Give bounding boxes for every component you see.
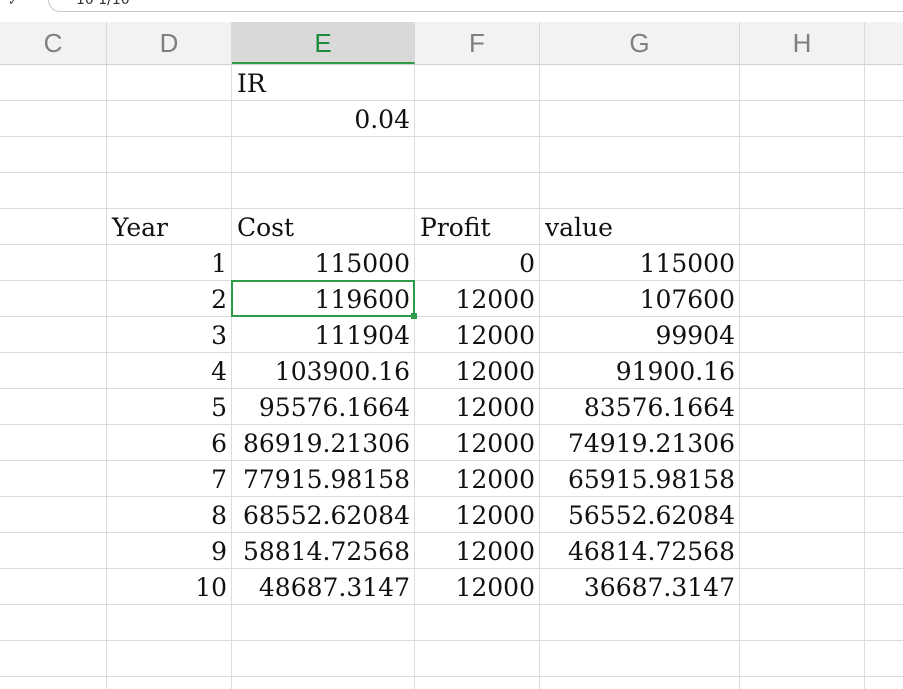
column-header-g[interactable]: G xyxy=(540,22,740,64)
cost-cell[interactable]: 103900.16 xyxy=(232,353,415,389)
formula-input[interactable] xyxy=(48,0,903,12)
fill-handle[interactable] xyxy=(411,313,417,319)
year-cell[interactable]: 2 xyxy=(107,281,232,317)
gridline xyxy=(0,676,903,677)
cost-cell[interactable]: 111904 xyxy=(232,317,415,353)
cost-cell[interactable]: 68552.62084 xyxy=(232,497,415,533)
value-cell[interactable]: 91900.16 xyxy=(540,353,740,389)
column-header-h[interactable]: H xyxy=(740,22,865,64)
year-cell[interactable]: 1 xyxy=(107,245,232,281)
year-cell[interactable]: 7 xyxy=(107,461,232,497)
year-cell[interactable]: 6 xyxy=(107,425,232,461)
column-header-f[interactable]: F xyxy=(415,22,540,64)
year-cell[interactable]: 9 xyxy=(107,533,232,569)
column-header-c[interactable]: C xyxy=(0,22,107,64)
gridline xyxy=(864,65,865,689)
formula-bar-area: ✓ 10 1/10 xyxy=(0,0,903,22)
value-cell[interactable]: 99904 xyxy=(540,317,740,353)
gridline xyxy=(0,136,903,137)
cost-cell[interactable]: 58814.72568 xyxy=(232,533,415,569)
profit-cell[interactable]: 0 xyxy=(415,245,540,281)
cost-cell[interactable]: 95576.1664 xyxy=(232,389,415,425)
value-cell[interactable]: 83576.1664 xyxy=(540,389,740,425)
formula-text: 10 1/10 xyxy=(76,0,130,8)
profit-cell[interactable]: 12000 xyxy=(415,389,540,425)
profit-cell[interactable]: 12000 xyxy=(415,317,540,353)
checkmark-icon[interactable]: ✓ xyxy=(8,0,18,8)
cost-cell[interactable]: 115000 xyxy=(232,245,415,281)
value-cell[interactable]: 36687.3147 xyxy=(540,569,740,605)
header-year[interactable]: Year xyxy=(107,209,232,245)
value-cell[interactable]: 107600 xyxy=(540,281,740,317)
profit-cell[interactable]: 12000 xyxy=(415,353,540,389)
gridline xyxy=(0,100,903,101)
ir-label-cell[interactable]: IR xyxy=(232,65,415,101)
column-header-e[interactable]: E xyxy=(232,22,415,64)
column-header-d[interactable]: D xyxy=(107,22,232,64)
cost-cell[interactable]: 86919.21306 xyxy=(232,425,415,461)
column-header-i[interactable] xyxy=(865,22,903,64)
value-cell[interactable]: 65915.98158 xyxy=(540,461,740,497)
cost-cell[interactable]: 119600 xyxy=(232,281,415,317)
profit-cell[interactable]: 12000 xyxy=(415,461,540,497)
cost-cell[interactable]: 77915.98158 xyxy=(232,461,415,497)
value-cell[interactable]: 56552.62084 xyxy=(540,497,740,533)
ir-value-cell[interactable]: 0.04 xyxy=(232,101,415,137)
profit-cell[interactable]: 12000 xyxy=(415,425,540,461)
column-header-bar: C D E F G H xyxy=(0,22,903,65)
year-cell[interactable]: 5 xyxy=(107,389,232,425)
header-value[interactable]: value xyxy=(540,209,740,245)
value-cell[interactable]: 74919.21306 xyxy=(540,425,740,461)
profit-cell[interactable]: 12000 xyxy=(415,533,540,569)
gridline xyxy=(0,172,903,173)
value-cell[interactable]: 115000 xyxy=(540,245,740,281)
value-cell[interactable]: 46814.72568 xyxy=(540,533,740,569)
year-cell[interactable]: 8 xyxy=(107,497,232,533)
profit-cell[interactable]: 12000 xyxy=(415,569,540,605)
header-cost[interactable]: Cost xyxy=(232,209,415,245)
year-cell[interactable]: 3 xyxy=(107,317,232,353)
profit-cell[interactable]: 12000 xyxy=(415,281,540,317)
cost-cell[interactable]: 48687.3147 xyxy=(232,569,415,605)
year-cell[interactable]: 10 xyxy=(107,569,232,605)
gridline xyxy=(0,640,903,641)
header-profit[interactable]: Profit xyxy=(415,209,540,245)
year-cell[interactable]: 4 xyxy=(107,353,232,389)
profit-cell[interactable]: 12000 xyxy=(415,497,540,533)
